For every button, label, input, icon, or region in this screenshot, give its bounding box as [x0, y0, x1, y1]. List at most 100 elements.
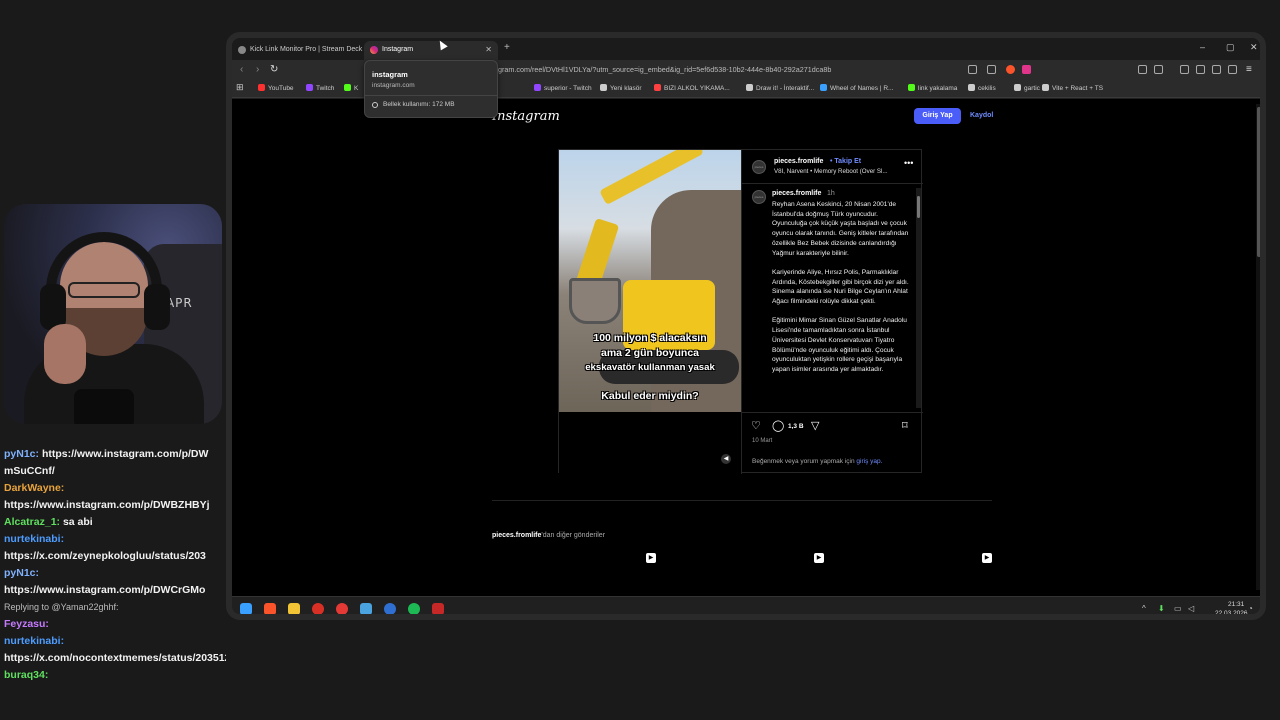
- chat-username[interactable]: Feyzasu:: [4, 618, 49, 630]
- heart-icon[interactable]: ♡: [751, 419, 761, 432]
- like-prompt-text: Beğenmek veya yorum yapmak için: [752, 458, 855, 465]
- reel-play-icon[interactable]: ▶: [982, 553, 992, 563]
- close-window-button[interactable]: ✕: [1250, 42, 1258, 53]
- volume-icon[interactable]: ◁: [1188, 604, 1194, 613]
- bookmark-item[interactable]: gartic: [1014, 84, 1040, 92]
- share-icon[interactable]: ▽: [811, 419, 819, 432]
- tray-expand-icon[interactable]: ^: [1142, 604, 1146, 613]
- leo-icon[interactable]: [1212, 65, 1221, 74]
- bookmark-item[interactable]: K: [344, 84, 358, 92]
- bookmark-label: Draw it! - İnteraktif...: [756, 85, 815, 92]
- chat-message: pyN1c: https://www.instagram.com/p/DW: [0, 446, 226, 463]
- bookmark-icon[interactable]: ⌑: [902, 419, 908, 432]
- chat-message: Replying to @Yaman22ghhf:: [0, 599, 226, 616]
- reel-play-icon[interactable]: ▶: [814, 553, 824, 563]
- bookmark-icon: [1042, 84, 1049, 91]
- video-overlay-line: Kabul eder miydin?: [601, 390, 699, 402]
- chat-username[interactable]: buraq34:: [4, 669, 48, 681]
- bookmark-item[interactable]: superior - Twitch: [534, 84, 592, 92]
- login-link[interactable]: giriş yap.: [856, 458, 882, 465]
- bookmark-item[interactable]: BIZI ALKOL YIKAMA...: [654, 84, 730, 92]
- chat-username[interactable]: pyN1c:: [4, 567, 39, 579]
- brave-shield-icon[interactable]: [1006, 65, 1015, 74]
- app-icon[interactable]: [432, 603, 444, 614]
- app-icon[interactable]: [312, 603, 324, 614]
- author-name[interactable]: pieces.fromlife: [774, 158, 823, 165]
- wallet-icon[interactable]: [1196, 65, 1205, 74]
- microphone: [74, 389, 134, 424]
- bookmark-item[interactable]: Wheel of Names | R...: [820, 84, 893, 92]
- reload-icon[interactable]: ↻: [270, 64, 278, 75]
- signup-link[interactable]: Kaydol: [970, 112, 993, 119]
- chat-username[interactable]: Alcatraz_1:: [4, 516, 60, 528]
- spotify-icon[interactable]: [408, 603, 420, 614]
- headset-earcup-right: [144, 284, 170, 330]
- chat-username[interactable]: pyN1c:: [4, 448, 39, 460]
- cast-icon[interactable]: [968, 65, 977, 74]
- bookmark-item[interactable]: link yakalama: [908, 84, 957, 92]
- clock-date[interactable]: 22.03.2026: [1215, 610, 1248, 614]
- share-icon[interactable]: [987, 65, 996, 74]
- url-field[interactable]: gram.com/reel/DVtHl1VDLYa/?utm_source=ig…: [498, 65, 831, 74]
- network-icon[interactable]: ▭: [1174, 604, 1182, 613]
- caption-scroll-thumb[interactable]: [917, 196, 920, 218]
- bookmark-item[interactable]: cekilis: [968, 84, 996, 92]
- menu-icon[interactable]: ≡: [1246, 64, 1252, 75]
- bookmark-item[interactable]: YouTube: [258, 84, 294, 92]
- follow-button[interactable]: • Takip Et: [830, 158, 861, 165]
- reel-play-icon[interactable]: ▶: [646, 553, 656, 563]
- steam-icon[interactable]: [360, 603, 372, 614]
- minimize-button[interactable]: –: [1200, 42, 1205, 52]
- bookmark-label: Yeni klasör: [610, 85, 642, 92]
- chat-username[interactable]: DarkWayne:: [4, 482, 64, 494]
- more-posts-user[interactable]: pieces.fromlife: [492, 532, 541, 539]
- chat-message: nurtekinabi:: [0, 633, 226, 650]
- chat-username[interactable]: nurtekinabi:: [4, 635, 64, 647]
- caption-scrollbar[interactable]: [916, 188, 921, 408]
- start-icon[interactable]: [240, 603, 252, 614]
- bookmark-item[interactable]: Twitch: [306, 84, 334, 92]
- new-tab-button[interactable]: +: [504, 42, 510, 53]
- bookmark-item[interactable]: Draw it! - İnteraktif...: [746, 84, 814, 92]
- caption-panel: pieces pieces.fromlife 1h Reyhan Asena K…: [742, 184, 924, 412]
- file-explorer-icon[interactable]: [288, 603, 300, 614]
- mute-icon[interactable]: ◀: [721, 454, 731, 464]
- page-scroll-thumb[interactable]: [1257, 107, 1260, 257]
- back-icon[interactable]: ‹: [240, 64, 243, 75]
- login-button[interactable]: Giriş Yap: [914, 108, 961, 124]
- reel-video[interactable]: 100 milyon $ alacaksın ama 2 gün boyunca…: [559, 150, 741, 412]
- bookmark-item[interactable]: Yeni klasör: [600, 84, 642, 92]
- brave-taskbar-icon[interactable]: [264, 603, 276, 614]
- mic-tray-icon[interactable]: ⬇: [1158, 604, 1165, 613]
- obs-icon[interactable]: [384, 603, 396, 614]
- vpn-icon[interactable]: [1228, 65, 1237, 74]
- chat-username[interactable]: nurtekinabi:: [4, 533, 64, 545]
- comment-icon[interactable]: ◯: [772, 419, 784, 432]
- tab-kick-link-monitor[interactable]: Kick Link Monitor Pro | Stream Deck: [232, 41, 362, 60]
- split-view-icon[interactable]: [1180, 65, 1189, 74]
- sidebar-icon[interactable]: [1154, 65, 1163, 74]
- caption-avatar[interactable]: pieces: [752, 190, 766, 204]
- bookmark-icon: [820, 84, 827, 91]
- bookmark-label: gartic: [1024, 85, 1040, 92]
- chat-message: https://www.instagram.com/p/DWBZHBYj: [0, 497, 226, 514]
- bookmark-item[interactable]: Vite + React + TS: [1042, 84, 1103, 92]
- audio-track[interactable]: V8I, Narvent • Memory Reboot (Over Sl...: [774, 168, 888, 175]
- streamer-hand: [44, 324, 86, 384]
- apps-grid-icon[interactable]: ⊞: [236, 82, 244, 93]
- clock-time[interactable]: 21:31: [1228, 601, 1244, 608]
- caption-username[interactable]: pieces.fromlife: [772, 190, 821, 197]
- maximize-button[interactable]: ▢: [1226, 42, 1235, 53]
- tab-instagram[interactable]: Instagram ✕: [364, 41, 498, 60]
- instagram-logo[interactable]: Instagram: [492, 109, 560, 124]
- more-options-icon[interactable]: •••: [904, 158, 913, 168]
- author-avatar[interactable]: pieces: [752, 160, 766, 174]
- app-icon[interactable]: [336, 603, 348, 614]
- hover-card-title: instagram: [372, 70, 408, 79]
- forward-icon[interactable]: ›: [256, 64, 259, 75]
- notification-icon[interactable]: ◔: [1248, 604, 1253, 613]
- bookmark-label: link yakalama: [918, 85, 958, 92]
- extensions-icon[interactable]: [1138, 65, 1147, 74]
- close-tab-icon[interactable]: ✕: [485, 45, 492, 54]
- brave-rewards-icon[interactable]: [1022, 65, 1031, 74]
